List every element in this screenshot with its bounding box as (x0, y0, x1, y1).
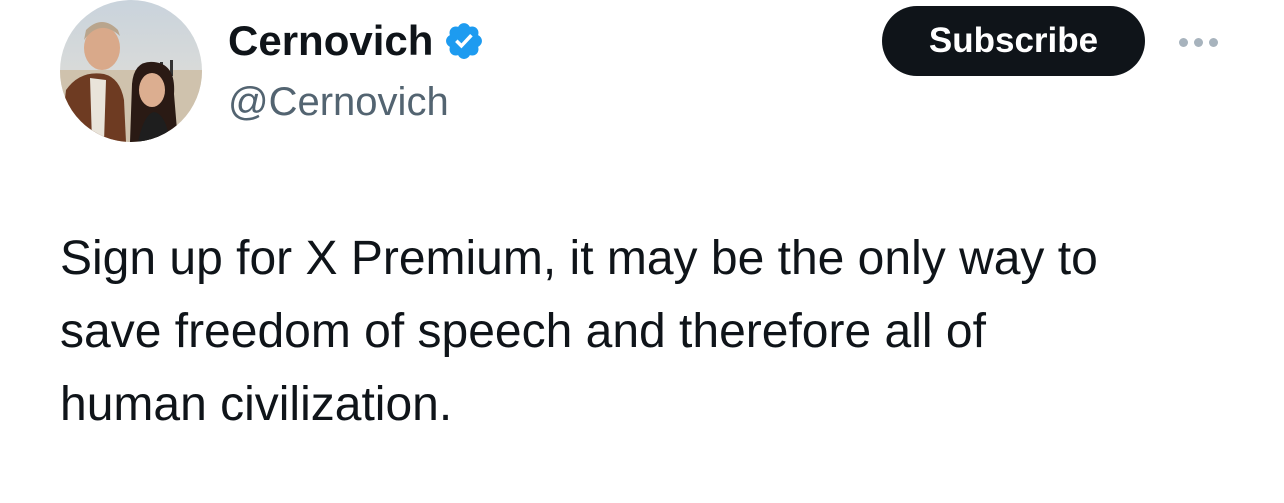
subscribe-button[interactable]: Subscribe (882, 6, 1145, 76)
tweet-text: Sign up for X Premium, it may be the onl… (60, 232, 1098, 431)
author-name-row: Cernovich (228, 14, 485, 68)
avatar[interactable] (60, 0, 202, 142)
more-dot (1178, 37, 1188, 47)
more-dot (1193, 37, 1203, 47)
display-name[interactable]: Cernovich (228, 14, 433, 68)
avatar-photo (60, 0, 202, 142)
author-handle[interactable]: @Cernovich (228, 75, 449, 129)
more-options-icon[interactable] (1170, 28, 1226, 56)
verified-badge-icon[interactable] (443, 20, 485, 62)
more-dot (1208, 37, 1218, 47)
